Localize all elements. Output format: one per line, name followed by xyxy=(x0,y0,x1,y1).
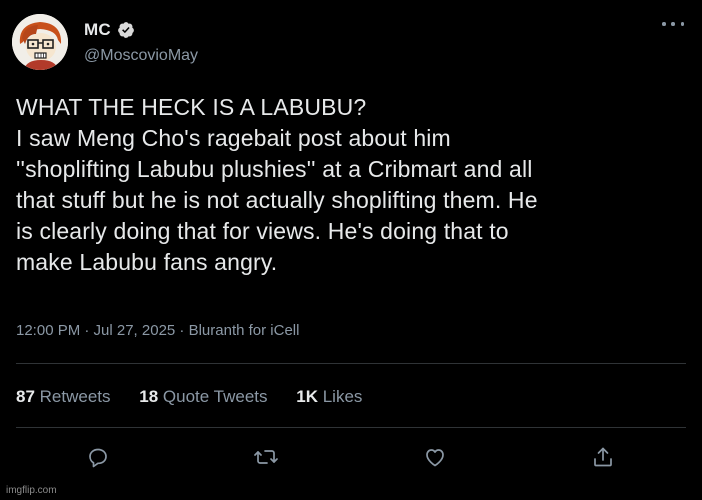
tweet-line: WHAT THE HECK IS A LABUBU? xyxy=(16,94,367,120)
tweet-line: I saw Meng Cho's ragebait post about him xyxy=(16,125,451,151)
name-row: MC xyxy=(84,20,135,40)
quotes-count: 18 xyxy=(139,387,159,406)
more-options-icon[interactable] xyxy=(662,16,684,32)
display-name[interactable]: MC xyxy=(84,20,111,40)
quotes-label: Quote Tweets xyxy=(162,387,268,406)
retweets-count: 87 xyxy=(16,387,35,406)
avatar[interactable] xyxy=(12,14,68,70)
quotes-stat[interactable]: 18 Quote Tweets xyxy=(139,387,267,407)
tweet-line: is clearly doing that for views. He's do… xyxy=(16,218,509,244)
reply-icon[interactable] xyxy=(85,444,111,470)
tweet-line: make Labubu fans angry. xyxy=(16,249,278,275)
tweet-card: MC @MoscovioMay WHAT THE HECK IS A LABUB… xyxy=(0,0,702,500)
likes-stat[interactable]: 1K Likes xyxy=(296,387,362,407)
avatar-image xyxy=(12,14,68,70)
retweets-label: Retweets xyxy=(39,387,111,406)
tweet-line: ''shoplifting Labubu plushies'' at a Cri… xyxy=(16,156,533,182)
watermark: imgflip.com xyxy=(6,485,57,496)
retweets-stat[interactable]: 87 Retweets xyxy=(16,387,111,407)
retweet-icon[interactable] xyxy=(253,444,279,470)
likes-label: Likes xyxy=(322,387,363,406)
share-icon[interactable] xyxy=(590,444,616,470)
user-handle[interactable]: @MoscovioMay xyxy=(84,47,198,65)
likes-count: 1K xyxy=(296,387,318,406)
divider xyxy=(16,363,686,364)
tweet-text: WHAT THE HECK IS A LABUBU? I saw Meng Ch… xyxy=(16,92,688,278)
divider xyxy=(16,427,686,428)
tweet-timestamp[interactable]: 12:00 PM · Jul 27, 2025 · Bluranth for i… xyxy=(16,322,299,339)
tweet-line: that stuff but he is not actually shopli… xyxy=(16,187,538,213)
verified-badge-icon xyxy=(117,21,135,39)
like-icon[interactable] xyxy=(422,444,448,470)
engagement-stats: 87 Retweets 18 Quote Tweets 1K Likes xyxy=(16,387,362,407)
